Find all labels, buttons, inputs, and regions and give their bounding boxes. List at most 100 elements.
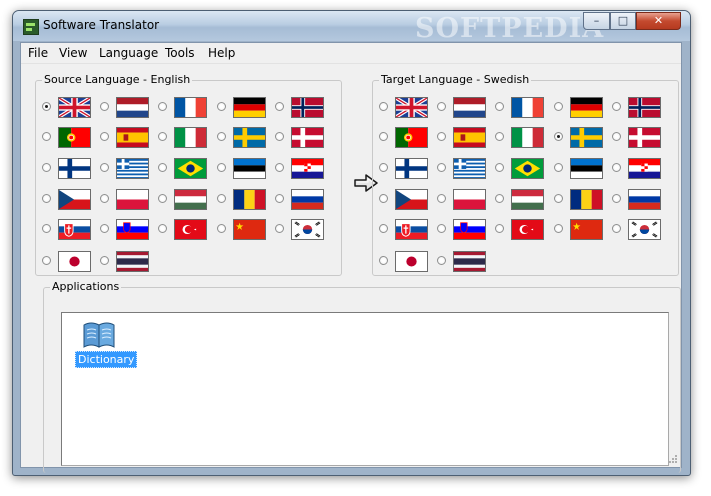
target-radio-netherlands[interactable] (437, 102, 446, 111)
target-flag-option-finland[interactable] (379, 158, 431, 182)
source-radio-korea[interactable] (275, 224, 284, 233)
korea-flag-icon[interactable] (291, 219, 324, 240)
close-button[interactable]: ✕ (636, 12, 681, 30)
spain-flag-icon[interactable] (453, 127, 486, 148)
source-flag-option-norway[interactable] (275, 97, 327, 121)
source-radio-estonia[interactable] (217, 163, 226, 172)
source-flag-option-china[interactable] (217, 219, 269, 243)
target-flag-option-estonia[interactable] (554, 158, 606, 182)
source-flag-option-uk[interactable] (42, 97, 94, 121)
target-flag-option-romania[interactable] (554, 189, 606, 213)
target-radio-spain[interactable] (437, 132, 446, 141)
source-radio-italy[interactable] (158, 132, 167, 141)
poland-flag-icon[interactable] (453, 189, 486, 210)
target-flag-option-netherlands[interactable] (437, 97, 489, 121)
target-flag-option-korea[interactable] (612, 219, 664, 243)
croatia-flag-icon[interactable] (291, 158, 324, 179)
book-icon[interactable] (82, 319, 116, 349)
target-flag-option-germany[interactable] (554, 97, 606, 121)
target-radio-norway[interactable] (612, 102, 621, 111)
france-flag-icon[interactable] (174, 97, 207, 118)
source-flag-option-brazil[interactable] (158, 158, 210, 182)
target-flag-option-russia[interactable] (612, 189, 664, 213)
menu-tools[interactable]: Tools (165, 46, 195, 60)
target-flag-option-slovakia[interactable] (379, 219, 431, 243)
italy-flag-icon[interactable] (511, 127, 544, 148)
target-flag-option-czech[interactable] (379, 189, 431, 213)
target-flag-option-hungary[interactable] (495, 189, 547, 213)
target-radio-turkey[interactable] (495, 224, 504, 233)
source-radio-germany[interactable] (217, 102, 226, 111)
germany-flag-icon[interactable] (570, 97, 603, 118)
menu-view[interactable]: View (59, 46, 87, 60)
hungary-flag-icon[interactable] (174, 189, 207, 210)
source-radio-turkey[interactable] (158, 224, 167, 233)
target-radio-estonia[interactable] (554, 163, 563, 172)
source-radio-finland[interactable] (42, 163, 51, 172)
source-flag-option-portugal[interactable] (42, 127, 94, 151)
brazil-flag-icon[interactable] (511, 158, 544, 179)
target-radio-denmark[interactable] (612, 132, 621, 141)
hungary-flag-icon[interactable] (511, 189, 544, 210)
china-flag-icon[interactable] (233, 219, 266, 240)
netherlands-flag-icon[interactable] (453, 97, 486, 118)
menu-file[interactable]: File (28, 46, 48, 60)
thailand-flag-icon[interactable] (453, 251, 486, 272)
target-flag-option-thailand[interactable] (437, 251, 489, 275)
target-radio-czech[interactable] (379, 194, 388, 203)
source-flag-option-netherlands[interactable] (100, 97, 152, 121)
estonia-flag-icon[interactable] (570, 158, 603, 179)
russia-flag-icon[interactable] (628, 189, 661, 210)
target-radio-italy[interactable] (495, 132, 504, 141)
maximize-button[interactable]: □ (610, 12, 636, 30)
thailand-flag-icon[interactable] (116, 251, 149, 272)
greece-flag-icon[interactable] (453, 158, 486, 179)
target-flag-option-italy[interactable] (495, 127, 547, 151)
target-flag-option-turkey[interactable] (495, 219, 547, 243)
slovakia-flag-icon[interactable] (58, 219, 91, 240)
target-radio-china[interactable] (554, 224, 563, 233)
czech-flag-icon[interactable] (395, 189, 428, 210)
target-radio-sweden[interactable] (554, 132, 563, 141)
source-flag-option-sweden[interactable] (217, 127, 269, 151)
source-flag-option-turkey[interactable] (158, 219, 210, 243)
target-radio-germany[interactable] (554, 102, 563, 111)
target-radio-poland[interactable] (437, 194, 446, 203)
target-flag-option-denmark[interactable] (612, 127, 664, 151)
target-radio-croatia[interactable] (612, 163, 621, 172)
brazil-flag-icon[interactable] (174, 158, 207, 179)
source-flag-option-poland[interactable] (100, 189, 152, 213)
portugal-flag-icon[interactable] (58, 127, 91, 148)
target-radio-portugal[interactable] (379, 132, 388, 141)
source-radio-portugal[interactable] (42, 132, 51, 141)
source-flag-option-czech[interactable] (42, 189, 94, 213)
title-bar[interactable]: Software Translator SOFTPEDIA – □ ✕ (13, 11, 690, 44)
poland-flag-icon[interactable] (116, 189, 149, 210)
source-radio-spain[interactable] (100, 132, 109, 141)
source-radio-poland[interactable] (100, 194, 109, 203)
source-flag-option-slovenia[interactable] (100, 219, 152, 243)
estonia-flag-icon[interactable] (233, 158, 266, 179)
source-radio-slovenia[interactable] (100, 224, 109, 233)
source-flag-option-hungary[interactable] (158, 189, 210, 213)
target-flag-option-greece[interactable] (437, 158, 489, 182)
target-radio-finland[interactable] (379, 163, 388, 172)
romania-flag-icon[interactable] (233, 189, 266, 210)
target-radio-romania[interactable] (554, 194, 563, 203)
germany-flag-icon[interactable] (233, 97, 266, 118)
russia-flag-icon[interactable] (291, 189, 324, 210)
source-flag-option-italy[interactable] (158, 127, 210, 151)
application-label[interactable]: Dictionary (75, 351, 138, 368)
target-flag-option-spain[interactable] (437, 127, 489, 151)
target-radio-japan[interactable] (379, 256, 388, 265)
france-flag-icon[interactable] (511, 97, 544, 118)
japan-flag-icon[interactable] (58, 251, 91, 272)
target-flag-option-uk[interactable] (379, 97, 431, 121)
source-radio-hungary[interactable] (158, 194, 167, 203)
source-flag-option-japan[interactable] (42, 251, 94, 275)
denmark-flag-icon[interactable] (628, 127, 661, 148)
source-radio-russia[interactable] (275, 194, 284, 203)
source-flag-option-greece[interactable] (100, 158, 152, 182)
source-radio-greece[interactable] (100, 163, 109, 172)
menu-help[interactable]: Help (208, 46, 235, 60)
